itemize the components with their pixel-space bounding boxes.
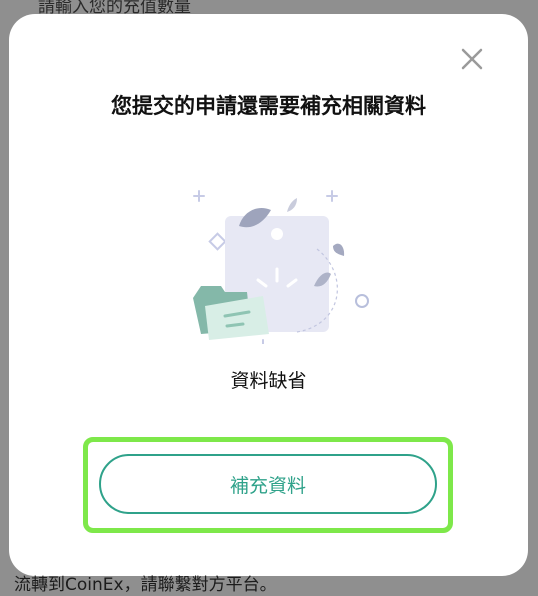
empty-state-caption: 資料缺省 — [230, 370, 307, 392]
missing-documents-illustration — [179, 174, 369, 353]
background-bottom-text: 流轉到CoinEx，請聯繫對方平台。 — [14, 575, 277, 595]
supplement-info-dialog: 您提交的申請還需要補充相關資料 資料缺省 補充資料 — [9, 14, 528, 576]
supplement-info-button[interactable]: 補充資料 — [99, 454, 437, 514]
dialog-title: 您提交的申請還需要補充相關資料 — [111, 94, 426, 118]
close-icon[interactable] — [457, 44, 487, 74]
